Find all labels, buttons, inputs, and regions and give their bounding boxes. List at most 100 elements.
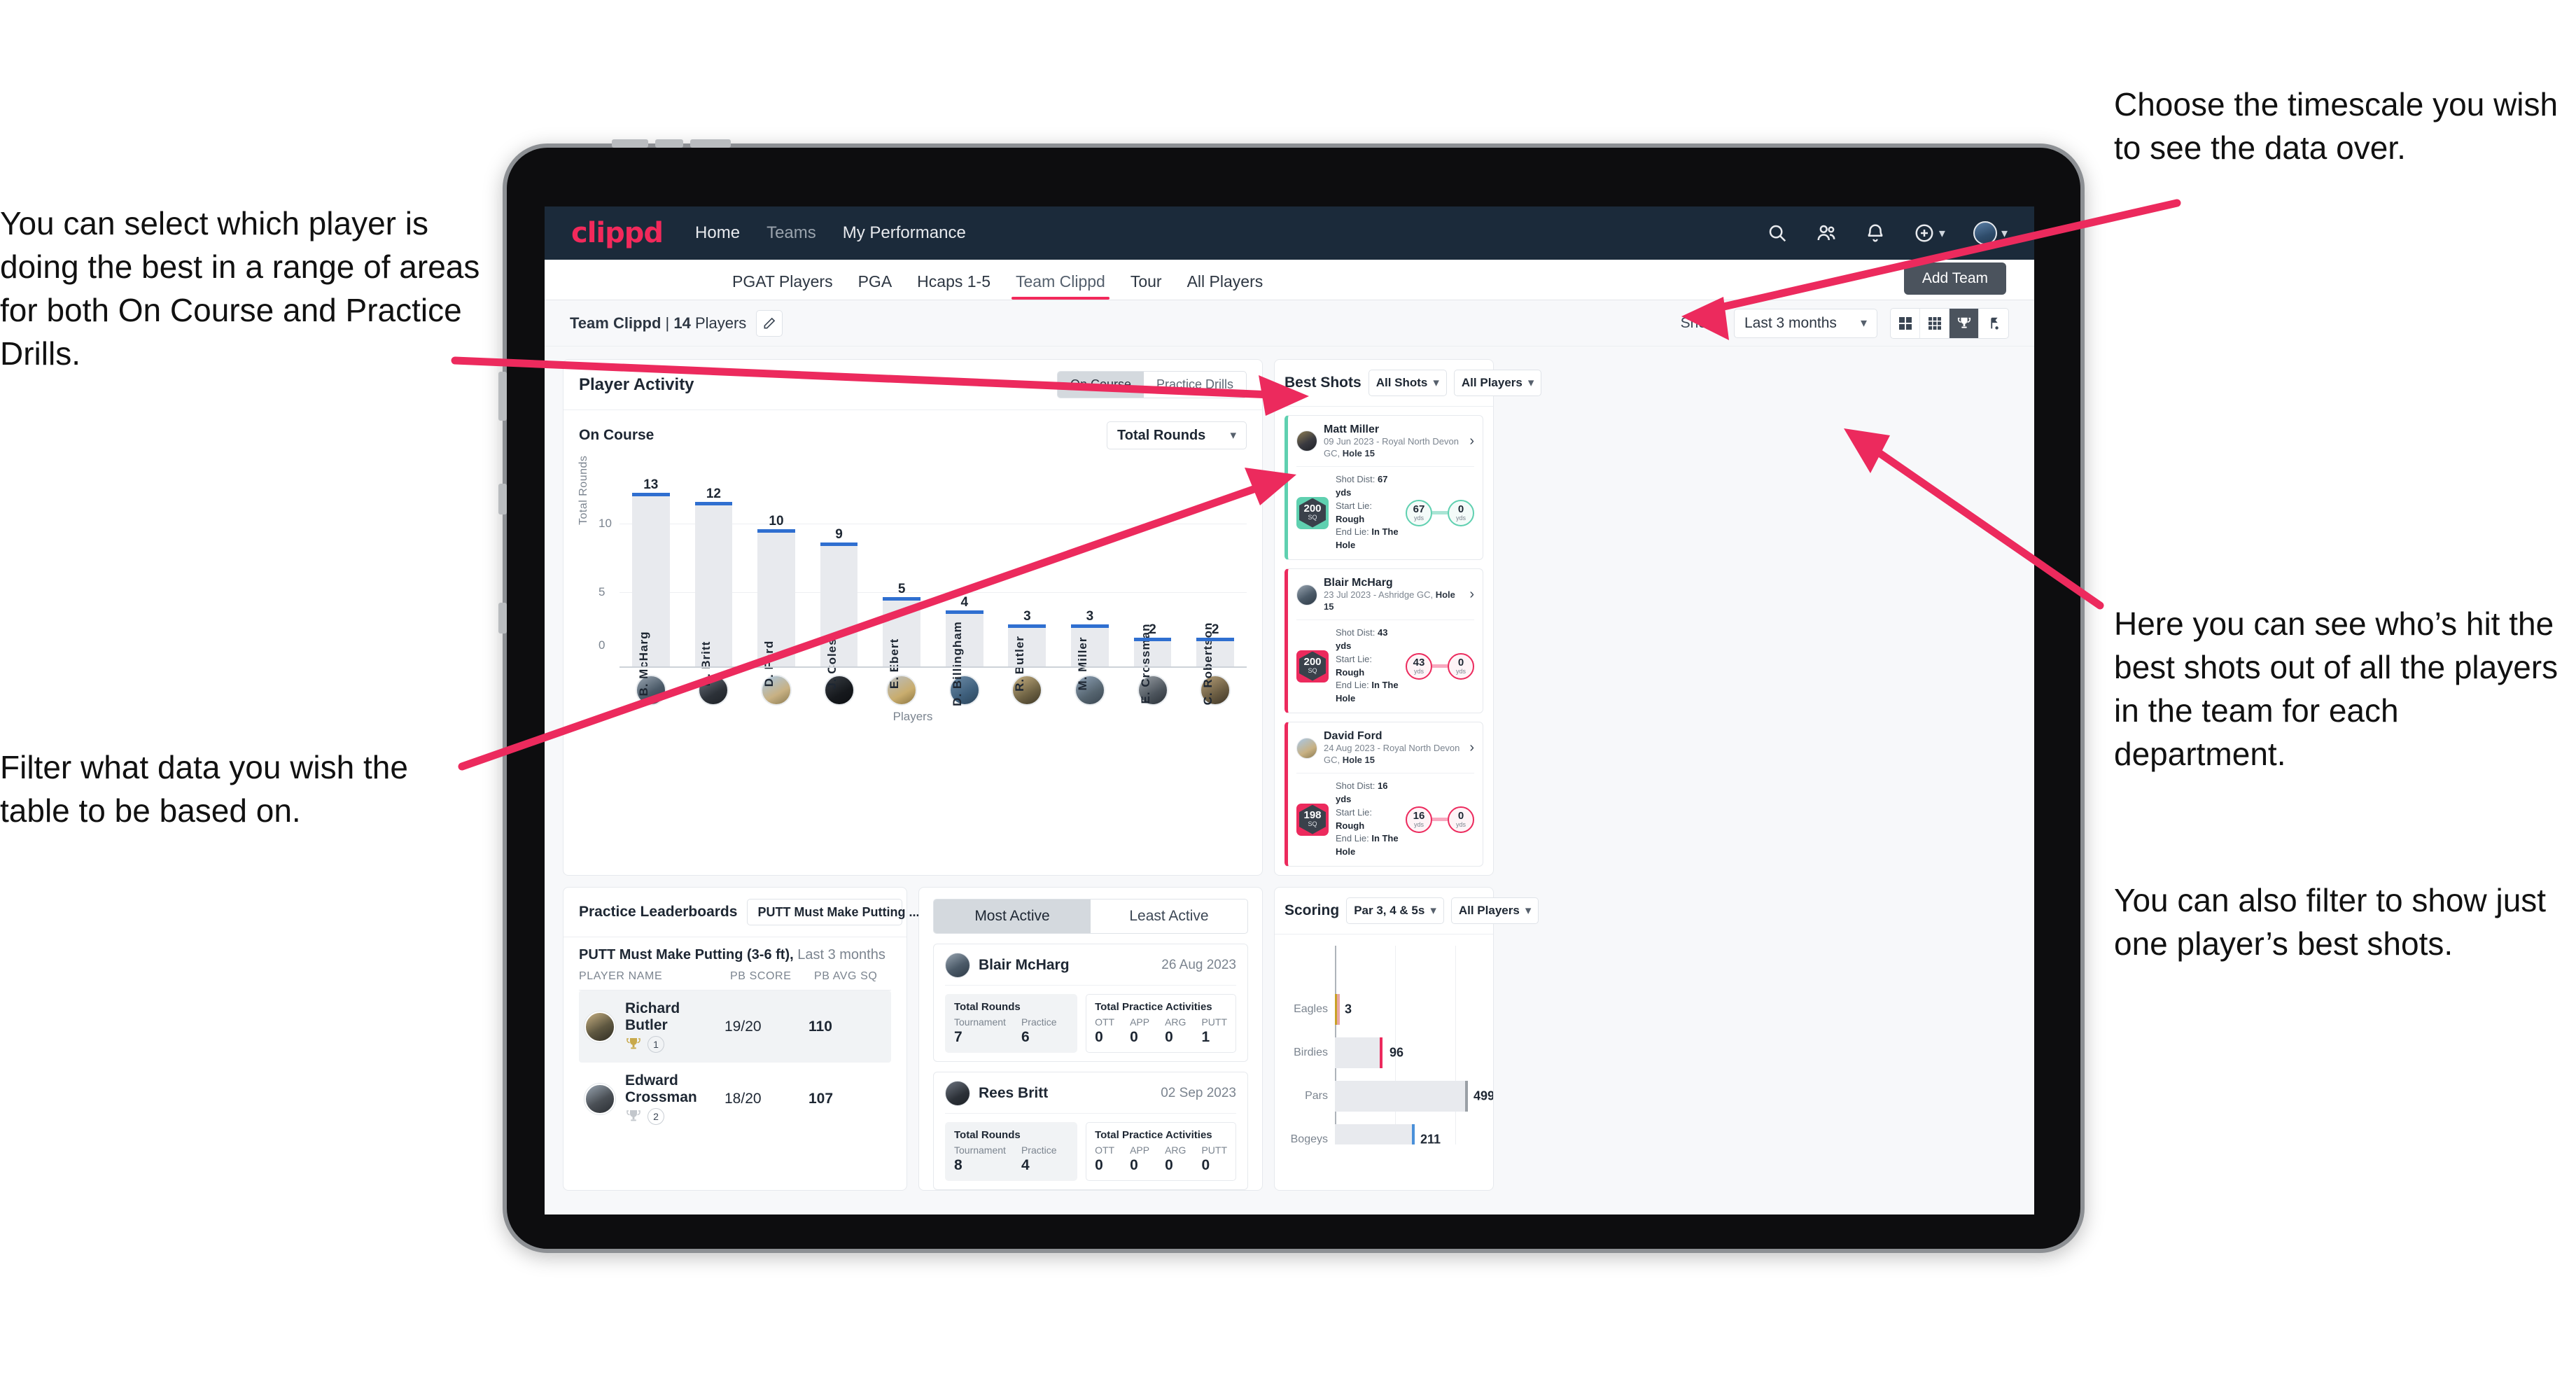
best-shot-details: Shot Dist: 67 yds Start Lie: Rough End L… <box>1336 473 1399 552</box>
annotation-right-bottom: You can also filter to show just one pla… <box>2114 882 2547 962</box>
chevron-down-icon: ▾ <box>2001 225 2008 240</box>
avatar[interactable] <box>1973 221 1997 245</box>
chevron-right-icon[interactable]: › <box>1469 433 1474 449</box>
nav-link-teams[interactable]: Teams <box>766 223 816 243</box>
best-shot-details: Shot Dist: 43 yds Start Lie: Rough End L… <box>1336 626 1399 706</box>
segment-practice-drills[interactable]: Practice Drills <box>1144 372 1246 398</box>
bar-column[interactable]: 5 E. Ebert <box>870 477 933 689</box>
activity-card[interactable]: Blair McHarg 26 Aug 2023 Total Rounds To… <box>933 944 1248 1063</box>
bar-column[interactable]: 13 B. McHarg <box>620 477 682 696</box>
stat-cell: ARG 0 <box>1165 1016 1186 1046</box>
best-shot-hole: Hole 15 <box>1342 755 1375 766</box>
flag-icon-button[interactable] <box>1979 309 2008 338</box>
bar-column[interactable]: 9 J. Coles <box>808 477 871 690</box>
bar: R. Butler <box>1008 624 1046 692</box>
grid-large-icon <box>1898 316 1912 330</box>
activity-card[interactable]: Rees Britt 02 Sep 2023 Total Rounds Tour… <box>933 1072 1248 1191</box>
scoring-bar-row[interactable]: Pars 499 <box>1284 1074 1493 1118</box>
clippd-logo[interactable]: clippd <box>571 217 664 249</box>
bar-column[interactable]: 2 E. Crossman <box>1121 477 1184 704</box>
best-shot-header: David Ford 24 Aug 2023 - Royal North Dev… <box>1296 729 1474 766</box>
tab-most-active[interactable]: Most Active <box>934 899 1091 934</box>
stat-value: 0 <box>1165 1157 1173 1174</box>
tab-pga[interactable]: PGA <box>846 272 905 300</box>
tab-least-active[interactable]: Least Active <box>1091 899 1247 933</box>
add-team-button[interactable]: Add Team <box>1903 262 2006 295</box>
bar-value: 4 <box>960 595 969 610</box>
total-rounds-values: Tournament 7 Practice 6 <box>954 1016 1068 1046</box>
tab-team-clippd[interactable]: Team Clippd <box>1003 272 1118 300</box>
segment-on-course[interactable]: On Course <box>1057 372 1144 398</box>
nav-link-home[interactable]: Home <box>695 223 740 243</box>
bar-column[interactable]: 12 R. Britt <box>682 477 746 686</box>
tab-hcaps-1-5[interactable]: Hcaps 1-5 <box>904 272 1003 300</box>
device-button-side-2 <box>498 484 507 514</box>
row-player: Edward Crossman 2 <box>584 1072 724 1126</box>
plus-circle-icon[interactable] <box>1914 223 1935 244</box>
player-avatar[interactable] <box>1184 675 1247 706</box>
bar-column[interactable]: 4 D. Billingham <box>933 477 996 706</box>
bar: D. Ford <box>757 529 795 687</box>
period-value: Last 3 months <box>1744 314 1837 331</box>
player-avatar[interactable] <box>870 675 933 706</box>
grid-small-icon-button[interactable] <box>1920 308 1949 338</box>
bar-label: C. Robertson <box>1201 622 1215 706</box>
best-shots-shot-filter[interactable]: All Shots ▾ <box>1368 370 1447 396</box>
chevron-right-icon[interactable]: › <box>1469 587 1474 603</box>
scoring-bar-label: Pars <box>1305 1090 1328 1102</box>
search-icon[interactable] <box>1767 223 1788 244</box>
stat-value: 0 <box>1201 1157 1210 1174</box>
people-icon[interactable] <box>1816 223 1837 244</box>
chevron-down-icon: ▾ <box>1433 376 1439 389</box>
player-activity-subheader: On Course Total Rounds ▾ <box>564 410 1262 452</box>
period-select[interactable]: Last 3 months ▾ <box>1734 308 1877 338</box>
best-shot-item[interactable]: Blair McHarg 23 Jul 2023 - Ashridge GC, … <box>1284 568 1483 714</box>
best-shot-item[interactable]: David Ford 24 Aug 2023 - Royal North Dev… <box>1284 722 1483 867</box>
scoring-bar-row[interactable]: Birdies 96 <box>1284 1031 1483 1074</box>
metric-select[interactable]: Total Rounds ▾ <box>1107 421 1247 449</box>
scoring-par-filter[interactable]: Par 3, 4 & 5s ▾ <box>1346 897 1444 925</box>
practice-leaderboards-title: Practice Leaderboards <box>579 904 738 920</box>
profile-menu[interactable]: ▾ <box>1973 221 2008 245</box>
drill-select[interactable]: PUTT Must Make Putting ... ▾ <box>747 899 937 926</box>
add-menu[interactable]: ▾ <box>1914 223 1945 244</box>
tab-all-players[interactable]: All Players <box>1175 272 1276 300</box>
trophy-icon-button[interactable] <box>1949 308 1979 338</box>
scoring-card: Scoring Par 3, 4 & 5s ▾ All Players ▾ Ea… <box>1274 887 1539 1191</box>
bar-value: 5 <box>897 582 906 596</box>
bell-icon[interactable] <box>1865 223 1886 244</box>
app-screen: clippd Home Teams My Performance ▾ ▾ PGA… <box>545 206 2034 1214</box>
best-shot-item[interactable]: Matt Miller 09 Jun 2023 - Royal North De… <box>1284 415 1483 561</box>
bar-column[interactable]: 3 R. Butler <box>996 477 1059 692</box>
tab-pgat-players[interactable]: PGAT Players <box>720 272 846 300</box>
bar-column[interactable]: 2 C. Robertson <box>1184 477 1247 705</box>
bar-column[interactable]: 3 M. Miller <box>1058 477 1121 691</box>
player-avatar[interactable] <box>682 675 746 706</box>
practice-leaderboard-table: PLAYER NAME PB SCORE PB AVG SQ Richard B… <box>579 970 891 1135</box>
player-avatar[interactable] <box>996 675 1059 706</box>
scoring-bar-row[interactable]: Bogeys 211 <box>1284 1118 1483 1145</box>
tab-tour[interactable]: Tour <box>1118 272 1175 300</box>
nav-link-my-performance[interactable]: My Performance <box>843 223 966 243</box>
bar-column[interactable]: 10 D. Ford <box>745 477 808 687</box>
grid-large-icon-button[interactable] <box>1891 308 1920 338</box>
scoring-bar-track: 211 <box>1335 1124 1483 1145</box>
total-rounds-stat: Total Rounds Tournament 8 Practice 4 <box>945 1122 1078 1182</box>
chevron-right-icon[interactable]: › <box>1469 740 1474 756</box>
scoring-bar-row[interactable]: Eagles 3 <box>1284 988 1483 1031</box>
table-row[interactable]: Richard Butler 1 19/20 110 <box>579 990 891 1063</box>
table-row[interactable]: Edward Crossman 2 18/20 107 <box>579 1063 891 1135</box>
bar: M. Miller <box>1071 624 1109 691</box>
shot-start-node: 67 yds <box>1406 499 1432 526</box>
player-activity-chart: Total Rounds 10 5 0 13 B. McHarg 12 R. B… <box>578 456 1247 706</box>
shot-start-node: 16 yds <box>1406 806 1432 833</box>
section-tabs: PGAT Players PGA Hcaps 1-5 Team Clippd T… <box>545 260 2034 300</box>
best-shot-meta: 23 Jul 2023 - Ashridge GC, Hole 15 <box>1324 589 1463 613</box>
shot-end-value: 0 <box>1457 810 1464 822</box>
scoring-player-filter[interactable]: All Players ▾ <box>1450 897 1539 925</box>
row-rank: 1 <box>625 1036 724 1054</box>
row-player-name: Edward Crossman <box>625 1072 697 1106</box>
best-shots-player-filter[interactable]: All Players ▾ <box>1453 370 1542 396</box>
shot-distance-diagram: 67 yds 0 yds <box>1406 499 1474 526</box>
edit-team-button[interactable] <box>756 309 783 337</box>
